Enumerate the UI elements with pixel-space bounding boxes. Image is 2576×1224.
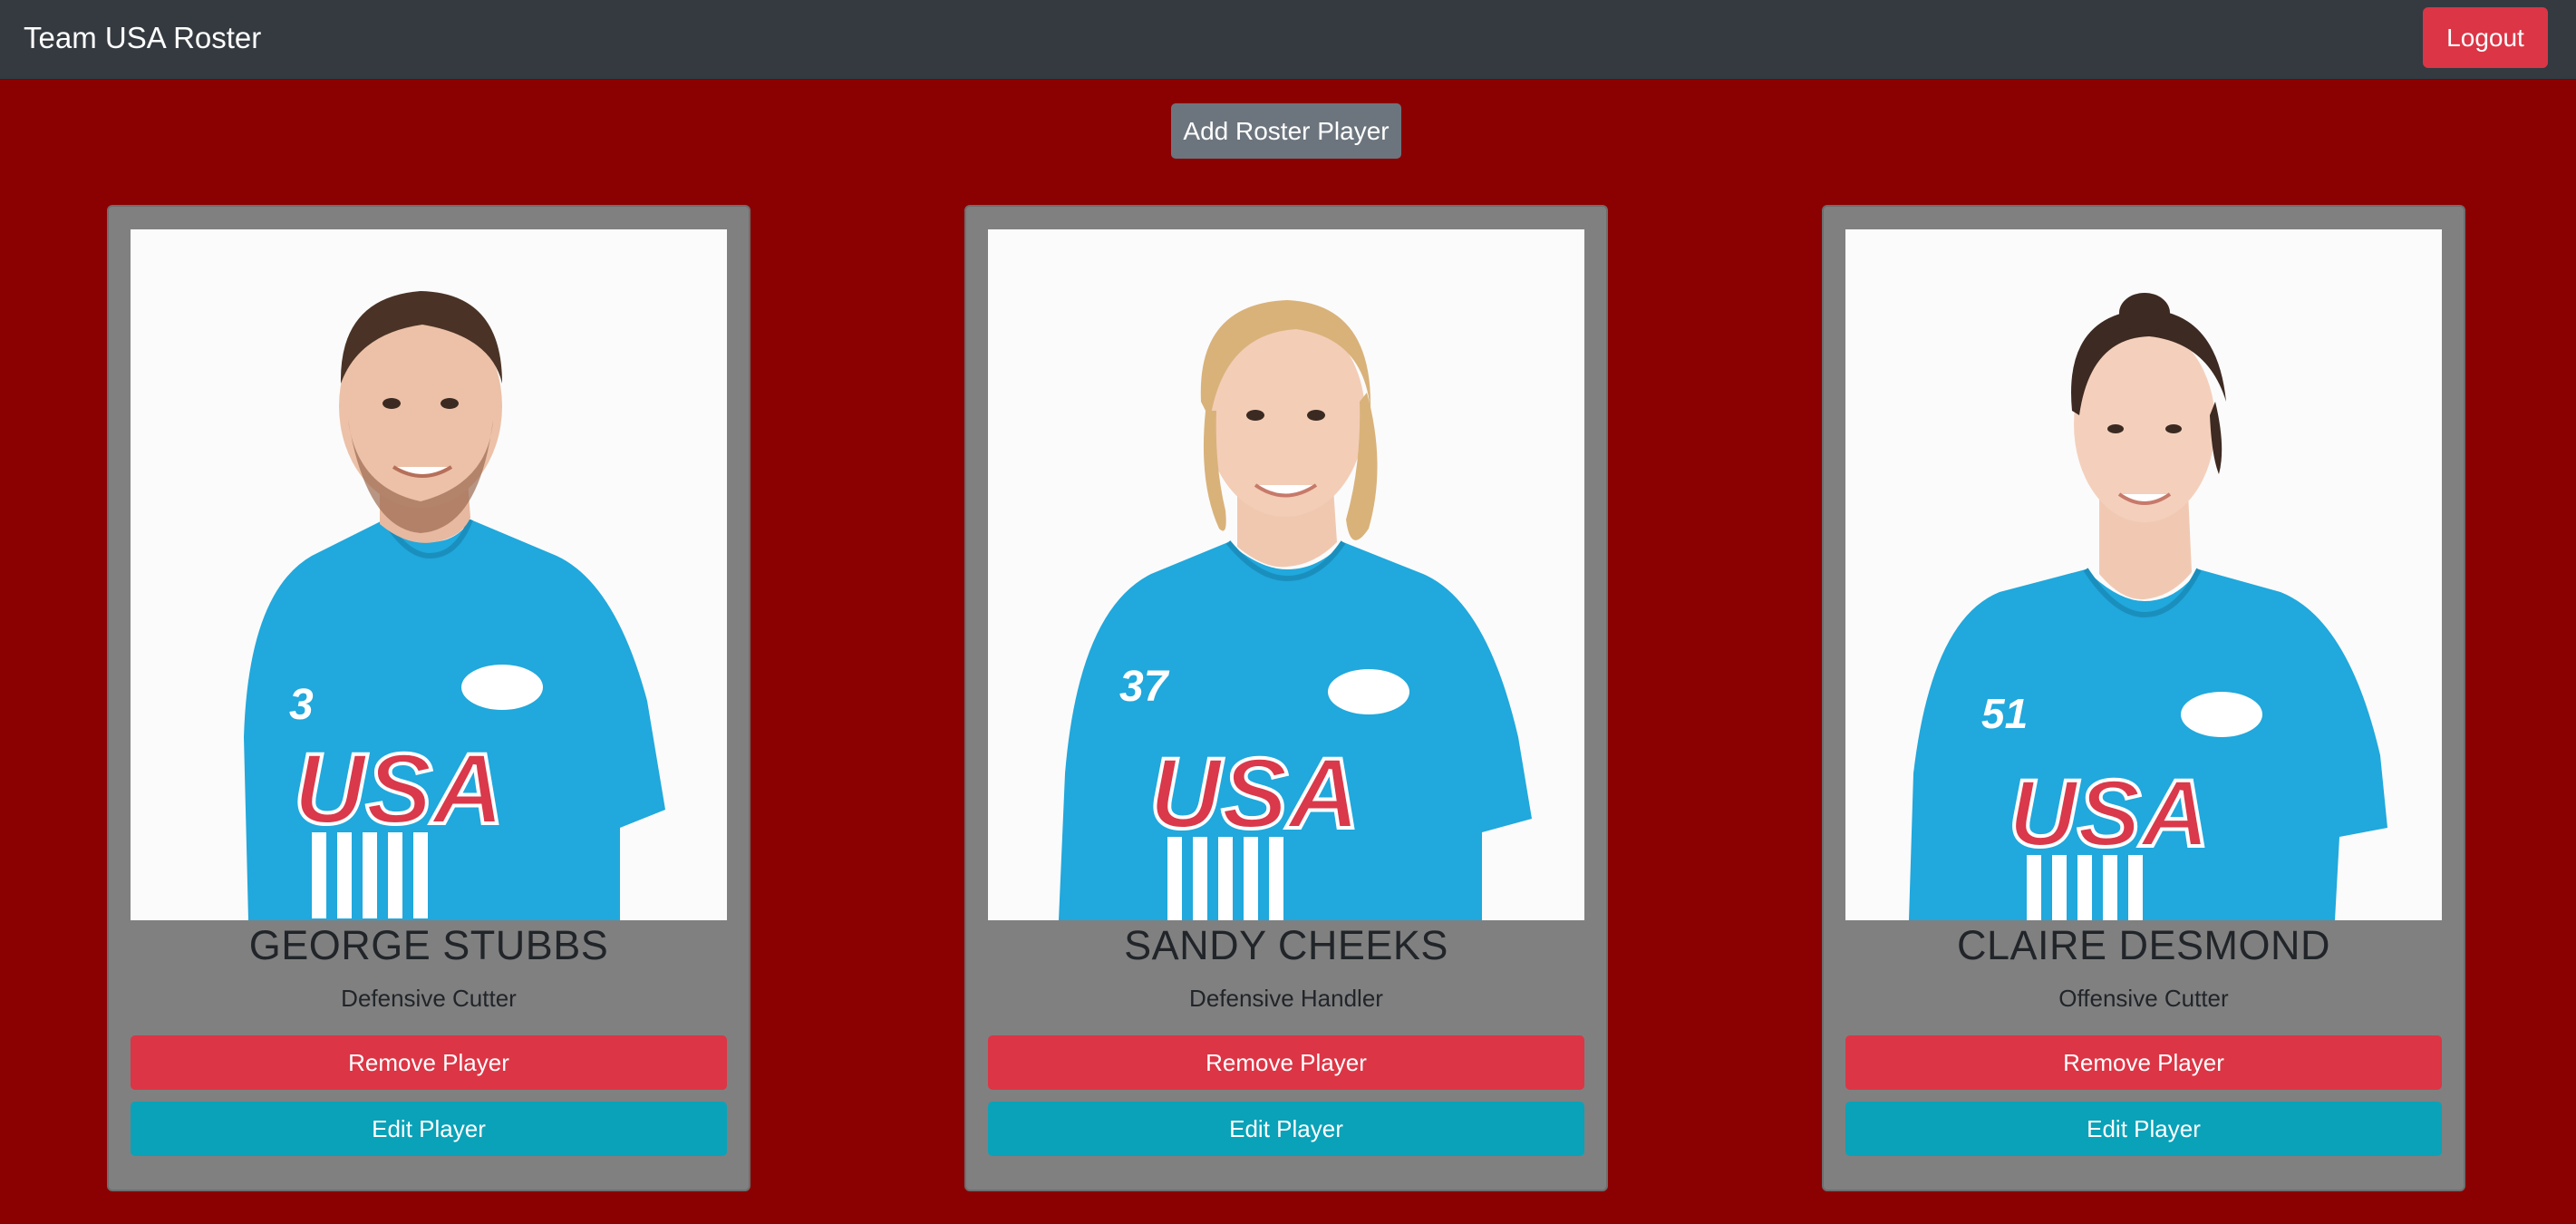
top-navbar: Team USA Roster Logout: [0, 0, 2576, 80]
jersey-text: USA: [2009, 761, 2210, 867]
player-name: GEORGE STUBBS: [248, 922, 609, 968]
remove-player-button[interactable]: Remove Player: [1845, 1035, 2442, 1090]
player-photo: 3 USA: [131, 229, 727, 920]
jersey-number: 3: [289, 681, 314, 729]
team-logo-icon: [1328, 669, 1409, 714]
add-roster-player-button[interactable]: Add Roster Player: [1171, 103, 1401, 159]
team-logo-icon: [2181, 692, 2262, 737]
jersey-text: USA: [294, 733, 504, 845]
team-logo-icon: [461, 665, 543, 710]
player-name: SANDY CHEEKS: [1124, 922, 1448, 968]
edit-player-button[interactable]: Edit Player: [1845, 1102, 2442, 1156]
edit-player-button[interactable]: Edit Player: [131, 1102, 727, 1156]
remove-player-button[interactable]: Remove Player: [988, 1035, 1584, 1090]
logout-button[interactable]: Logout: [2423, 7, 2548, 68]
player-photo: 37 USA: [988, 229, 1584, 920]
app-title: Team USA Roster: [24, 21, 262, 54]
player-name: CLAIRE DESMOND: [1956, 922, 2331, 968]
player-photo: 51 USA: [1845, 229, 2442, 920]
player-card: 3 USA GEORGE STUBBS Defensive Cutter Rem…: [107, 205, 751, 1191]
edit-player-button[interactable]: Edit Player: [988, 1102, 1584, 1156]
player-card: 51 USA CLAIRE DESMOND Offensive Cutter R…: [1822, 205, 2465, 1191]
player-position: Defensive Handler: [1189, 985, 1383, 1012]
player-position: Defensive Cutter: [341, 985, 517, 1012]
jersey-number: 51: [1981, 690, 2028, 737]
player-position: Offensive Cutter: [2058, 985, 2229, 1012]
jersey-text: USA: [1149, 738, 1360, 850]
player-card: 37 USA SANDY CHEEKS Defensive Handler Re…: [964, 205, 1608, 1191]
remove-player-button[interactable]: Remove Player: [131, 1035, 727, 1090]
jersey-number: 37: [1119, 663, 1170, 711]
